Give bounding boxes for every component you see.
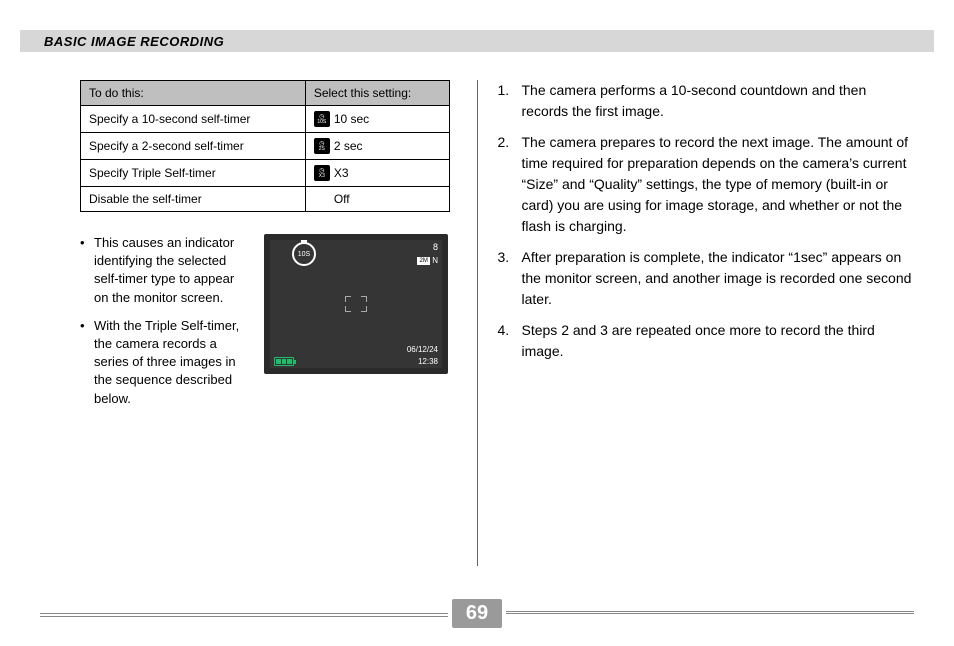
step-item: The camera performs a 10-second countdow… [498, 80, 915, 122]
setting-label: 10 sec [334, 112, 369, 126]
action-cell: Specify a 10-second self-timer [81, 106, 306, 133]
bullet-item: With the Triple Self-timer, the camera r… [80, 317, 250, 408]
table-row: Specify a 2-second self-timer ◷2S 2 sec [81, 133, 450, 160]
page-footer: 69 [40, 598, 914, 628]
camera-lcd-preview: 10S 8 2M N 06/12/24 12:38 [264, 234, 448, 374]
lcd-focus-brackets-icon [345, 296, 367, 312]
setting-label: X3 [334, 166, 349, 180]
table-header-row: To do this: Select this setting: [81, 81, 450, 106]
section-header-bar: BASIC IMAGE RECORDING [20, 30, 934, 52]
bullet-list: This causes an indicator identifying the… [80, 234, 250, 418]
setting-cell: Off [305, 187, 449, 212]
step-item: Steps 2 and 3 are repeated once more to … [498, 320, 915, 362]
self-timer-icon: ◷10S [314, 111, 330, 127]
right-column: The camera performs a 10-second countdow… [478, 80, 915, 566]
lcd-size-badge: 2M [417, 257, 430, 265]
setting-cell: ◷2S 2 sec [305, 133, 449, 160]
setting-label: 2 sec [334, 139, 363, 153]
action-cell: Specify Triple Self-timer [81, 160, 306, 187]
lcd-time: 12:38 [418, 357, 438, 366]
action-cell: Specify a 2-second self-timer [81, 133, 306, 160]
table-header-setting: Select this setting: [305, 81, 449, 106]
footer-rule-right [506, 613, 914, 614]
lcd-date: 06/12/24 [407, 345, 438, 354]
bullet-item: This causes an indicator identifying the… [80, 234, 250, 307]
page-number: 69 [452, 599, 502, 628]
table-row: Disable the self-timer Off [81, 187, 450, 212]
step-item: The camera prepares to record the next i… [498, 132, 915, 237]
action-cell: Disable the self-timer [81, 187, 306, 212]
lcd-self-timer-icon: 10S [292, 242, 316, 266]
left-body: This causes an indicator identifying the… [80, 234, 457, 418]
step-item: After preparation is complete, the indic… [498, 247, 915, 310]
table-row: Specify Triple Self-timer ◷X3 X3 [81, 160, 450, 187]
numbered-steps: The camera performs a 10-second countdow… [498, 80, 915, 362]
left-column: To do this: Select this setting: Specify… [40, 80, 477, 566]
setting-cell: ◷X3 X3 [305, 160, 449, 187]
setting-label: Off [334, 192, 350, 206]
footer-rule-left [40, 613, 448, 614]
setting-cell: ◷10S 10 sec [305, 106, 449, 133]
lcd-timer-label: 10S [298, 251, 310, 258]
table-row: Specify a 10-second self-timer ◷10S 10 s… [81, 106, 450, 133]
settings-table: To do this: Select this setting: Specify… [80, 80, 450, 212]
battery-icon [274, 357, 294, 366]
lcd-shots-remaining: 8 [433, 242, 438, 252]
self-timer-icon: ◷2S [314, 138, 330, 154]
self-timer-icon: ◷X3 [314, 165, 330, 181]
lcd-quality: N [432, 256, 438, 265]
section-title: BASIC IMAGE RECORDING [44, 34, 224, 49]
lcd-size-indicator: 2M N [417, 256, 438, 265]
manual-page: BASIC IMAGE RECORDING To do this: Select… [0, 0, 954, 646]
table-header-action: To do this: [81, 81, 306, 106]
content-columns: To do this: Select this setting: Specify… [40, 80, 914, 566]
